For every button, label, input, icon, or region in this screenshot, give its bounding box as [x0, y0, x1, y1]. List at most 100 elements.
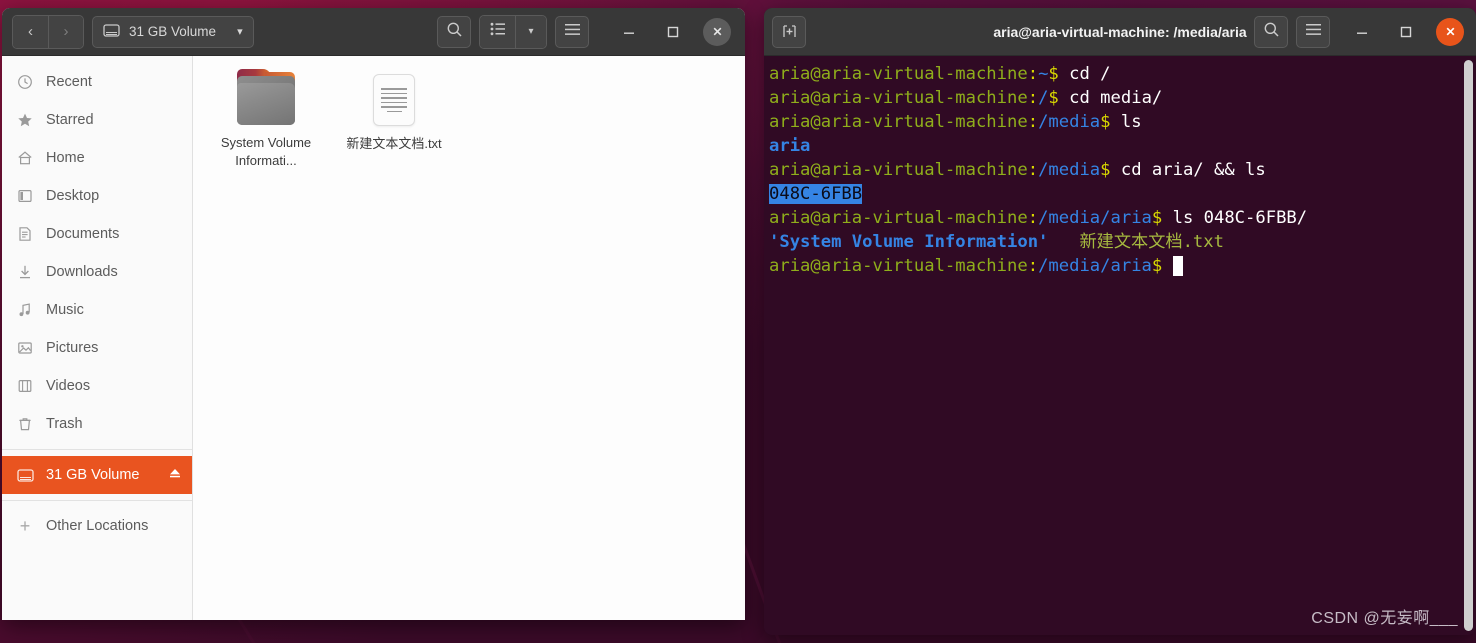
close-button[interactable] — [703, 17, 731, 46]
drive-icon — [103, 23, 120, 41]
terminal-search-button[interactable] — [1254, 15, 1288, 48]
sidebar-item-label: Pictures — [46, 340, 99, 356]
sidebar-item-starred[interactable]: Starred — [2, 101, 192, 139]
search-button[interactable] — [437, 15, 471, 48]
command-text: ls 048C-6FBB/ — [1162, 208, 1308, 228]
sidebar-item-label: Desktop — [46, 188, 100, 204]
prompt-symbol: $ — [1048, 64, 1059, 84]
prompt-user: aria@aria-virtual-machine — [769, 64, 1028, 84]
terminal-line: aria@aria-virtual-machine:~$ cd / — [766, 62, 1476, 86]
sidebar-item-label: Documents — [46, 226, 120, 242]
command-text: ls — [1110, 112, 1142, 132]
file-label: System Volume Informati... — [220, 135, 312, 168]
star-icon — [16, 112, 34, 128]
output-selected-text[interactable]: 048C-6FBB — [769, 184, 863, 204]
music-icon — [16, 302, 34, 318]
minimize-button[interactable] — [615, 18, 643, 46]
chevron-down-icon: ▾ — [237, 26, 243, 38]
prompt-user: aria@aria-virtual-machine — [769, 88, 1028, 108]
terminal-window: aria@aria-virtual-machine: /media/aria a… — [764, 8, 1476, 635]
trash-icon — [16, 416, 34, 432]
prompt-separator: : — [1027, 160, 1039, 180]
sidebar-item-recent[interactable]: Recent — [2, 63, 192, 101]
sidebar-item-31-gb-volume[interactable]: 31 GB Volume — [2, 456, 192, 494]
list-view-icon — [490, 22, 506, 41]
sidebar-item-label: Home — [46, 150, 85, 166]
drive-icon — [16, 468, 34, 483]
sidebar-item-music[interactable]: Music — [2, 291, 192, 329]
forward-button[interactable]: › — [48, 15, 83, 48]
prompt-path: ~ — [1038, 64, 1049, 84]
sidebar-item-label: Other Locations — [46, 518, 149, 534]
folder-icon — [237, 69, 295, 125]
sidebar-item-label: Starred — [46, 112, 94, 128]
file-label: 新建文本文档.txt — [346, 136, 442, 151]
prompt-path: /media — [1038, 112, 1101, 132]
terminal-maximize-button[interactable] — [1392, 18, 1420, 46]
prompt-symbol: $ — [1151, 256, 1163, 276]
prompt-symbol: $ — [1151, 208, 1163, 228]
sidebar-item-trash[interactable]: Trash — [2, 405, 192, 443]
prompt-separator: : — [1027, 256, 1039, 276]
picture-icon — [16, 340, 34, 356]
terminal-line: aria@aria-virtual-machine:/media/aria$ — [766, 254, 1476, 278]
text-file-icon — [373, 74, 415, 126]
file-list-area[interactable]: System Volume Informati... 新建文本文档.txt — [193, 56, 745, 620]
terminal-menu-button[interactable] — [1296, 15, 1330, 48]
search-icon — [1263, 21, 1280, 43]
terminal-close-button[interactable] — [1436, 17, 1464, 46]
sidebar: Recent Starred Home Desktop Documents Do… — [2, 56, 193, 620]
window-controls — [615, 17, 731, 46]
sidebar-item-home[interactable]: Home — [2, 139, 192, 177]
hamburger-menu-icon — [564, 23, 581, 41]
file-item-text[interactable]: 新建文本文档.txt — [345, 70, 443, 169]
prompt-separator: : — [1027, 112, 1039, 132]
desktop-icon — [16, 188, 34, 204]
prompt-separator: : — [1027, 208, 1039, 228]
path-button[interactable]: 31 GB Volume ▾ — [92, 15, 254, 48]
prompt-separator: : — [1027, 64, 1039, 84]
terminal-output-line: 048C-6FBB — [766, 182, 1476, 206]
command-text: cd / — [1058, 64, 1111, 84]
prompt-symbol: $ — [1048, 88, 1059, 108]
prompt-path: /media — [1038, 160, 1101, 180]
sidebar-item-other-locations[interactable]: + Other Locations — [2, 507, 192, 545]
plus-icon: + — [19, 515, 31, 536]
prompt-user: aria@aria-virtual-machine — [769, 160, 1028, 180]
prompt-user: aria@aria-virtual-machine — [769, 256, 1028, 276]
document-icon — [16, 226, 34, 242]
path-button-label: 31 GB Volume — [129, 24, 217, 39]
prompt-path: /media/aria — [1038, 256, 1152, 276]
list-view-button[interactable] — [480, 15, 515, 48]
view-options-button[interactable]: ▾ — [515, 15, 546, 48]
eject-icon[interactable] — [168, 466, 182, 484]
chevron-left-icon: ‹ — [28, 23, 33, 40]
sidebar-item-label: Music — [46, 302, 84, 318]
back-button[interactable]: ‹ — [13, 15, 48, 48]
clock-icon — [16, 74, 34, 90]
file-manager-window: ‹ › 31 GB Volume ▾ ▾ Recent Starred Home… — [2, 8, 745, 620]
terminal-screen[interactable]: aria@aria-virtual-machine:~$ cd / aria@a… — [764, 56, 1476, 635]
sidebar-item-desktop[interactable]: Desktop — [2, 177, 192, 215]
view-mode-split-button: ▾ — [479, 14, 547, 49]
terminal-scrollbar[interactable] — [1464, 60, 1473, 631]
terminal-minimize-button[interactable] — [1348, 18, 1376, 46]
home-icon — [16, 150, 34, 166]
output-directory: 'System Volume Information' — [769, 232, 1049, 252]
file-manager-body: Recent Starred Home Desktop Documents Do… — [2, 56, 745, 620]
sidebar-item-downloads[interactable]: Downloads — [2, 253, 192, 291]
command-text: cd media/ — [1058, 88, 1163, 108]
sidebar-item-pictures[interactable]: Pictures — [2, 329, 192, 367]
navigation-buttons: ‹ › — [12, 14, 84, 49]
file-item-folder[interactable]: System Volume Informati... — [217, 69, 315, 169]
main-menu-button[interactable] — [555, 15, 589, 48]
prompt-user: aria@aria-virtual-machine — [769, 112, 1028, 132]
maximize-button[interactable] — [659, 18, 687, 46]
prompt-path: / — [1038, 88, 1049, 108]
chevron-right-icon: › — [63, 23, 69, 40]
new-tab-button[interactable] — [772, 15, 806, 48]
sidebar-item-label: 31 GB Volume — [46, 467, 140, 483]
sidebar-item-documents[interactable]: Documents — [2, 215, 192, 253]
sidebar-item-videos[interactable]: Videos — [2, 367, 192, 405]
desktop: ‹ › 31 GB Volume ▾ ▾ Recent Starred Home… — [0, 0, 1476, 643]
